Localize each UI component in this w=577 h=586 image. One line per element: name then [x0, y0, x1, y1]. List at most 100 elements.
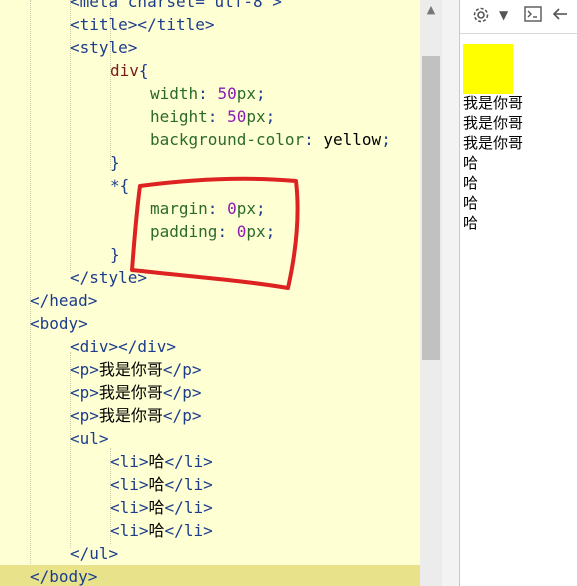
preview-toolbar: ▼ — [460, 0, 577, 34]
code-line[interactable]: <style> — [0, 36, 137, 59]
code-line[interactable]: <li>哈</li> — [0, 519, 213, 542]
code-token: <ul> — [70, 429, 109, 448]
gear-icon[interactable] — [472, 6, 490, 26]
code-token: background-color — [150, 130, 305, 149]
code-line[interactable]: margin: 0px; — [0, 197, 266, 220]
code-line[interactable]: </style> — [0, 266, 147, 289]
code-line[interactable]: <title></title> — [0, 13, 215, 36]
live-preview-pane: ▼ 我是你哥 我是你哥 我是你哥 哈 哈 哈 哈 — [460, 0, 577, 586]
code-token: : — [198, 84, 218, 103]
code-line[interactable]: </head> — [0, 289, 97, 312]
code-token: ; — [265, 222, 276, 241]
code-line[interactable]: <p>我是你哥</p> — [0, 381, 201, 404]
code-token: { — [138, 61, 149, 80]
preview-paragraph: 我是你哥 — [463, 114, 524, 132]
code-token: <body> — [30, 314, 88, 333]
code-token: </body> — [30, 567, 98, 586]
code-token: 50 — [217, 84, 237, 103]
code-line[interactable]: *{ — [0, 174, 129, 197]
code-line[interactable]: height: 50px; — [0, 105, 275, 128]
code-token: px — [246, 107, 266, 126]
code-line[interactable]: <li>哈</li> — [0, 496, 213, 519]
code-token: <div></div> — [70, 337, 176, 356]
code-token: padding — [150, 222, 218, 241]
code-token: </p> — [162, 406, 202, 425]
code-editor[interactable]: <meta charset="utf-8"> <title></title> <st… — [0, 0, 420, 586]
code-token: </li> — [164, 521, 213, 540]
scrollbar-thumb[interactable] — [422, 56, 440, 360]
code-token: : — [207, 199, 228, 218]
code-token: ; — [255, 199, 266, 218]
preview-list-item: 哈 — [463, 174, 479, 192]
code-line[interactable]: <ul> — [0, 427, 109, 450]
code-token: } — [110, 245, 120, 264]
preview-list-item: 哈 — [463, 214, 479, 232]
code-line[interactable]: <li>哈</li> — [0, 473, 213, 496]
code-token: </ul> — [70, 544, 119, 563]
chevron-down-icon[interactable]: ▼ — [499, 5, 508, 25]
arrow-left-icon[interactable] — [552, 6, 568, 26]
code-token: <title></title> — [70, 15, 215, 34]
code-token: px — [246, 222, 266, 241]
code-token: yellow — [323, 130, 382, 149]
code-token: 我是你哥 — [98, 406, 163, 425]
scroll-up-icon[interactable]: ▲ — [420, 0, 442, 20]
code-token: px — [236, 199, 256, 218]
code-line[interactable]: <p>我是你哥</p> — [0, 358, 201, 381]
code-line[interactable]: <p>我是你哥</p> — [0, 404, 201, 427]
code-token: <p> — [70, 383, 99, 402]
code-token: </head> — [30, 291, 98, 310]
code-line[interactable]: padding: 0px; — [0, 220, 275, 243]
code-token: margin — [150, 199, 208, 218]
code-line[interactable]: </ul> — [0, 542, 118, 565]
code-token: <li> — [110, 475, 149, 494]
code-line[interactable]: <meta charset="utf-8"> — [0, 0, 282, 13]
editor-scrollbar[interactable]: ▲ — [420, 0, 442, 586]
code-token: </li> — [164, 475, 213, 494]
code-token: </li> — [164, 498, 213, 517]
code-token: 50 — [227, 107, 247, 126]
code-token: 0 — [236, 222, 247, 241]
code-token: <li> — [110, 521, 149, 540]
code-line[interactable]: width: 50px; — [0, 82, 266, 105]
code-token: px — [236, 84, 256, 103]
code-token: 0 — [227, 199, 237, 218]
code-line[interactable]: } — [0, 151, 120, 174]
code-token: 哈 — [148, 475, 165, 494]
code-token: div — [110, 61, 139, 80]
code-token: 哈 — [148, 521, 165, 540]
code-line[interactable]: background-color: yellow; — [0, 128, 391, 151]
code-token: <li> — [110, 498, 149, 517]
code-token: ; — [381, 130, 391, 149]
preview-list-item: 哈 — [463, 194, 479, 212]
code-token: 哈 — [148, 452, 165, 471]
preview-paragraph: 我是你哥 — [463, 94, 524, 112]
code-token: 我是你哥 — [98, 360, 163, 379]
terminal-icon[interactable] — [524, 6, 542, 26]
code-token: <meta charset="utf-8"> — [70, 0, 282, 11]
code-token: <li> — [110, 452, 149, 471]
code-token: : — [207, 107, 228, 126]
code-token: : — [217, 222, 237, 241]
code-token: width — [150, 84, 199, 103]
code-line[interactable]: <li>哈</li> — [0, 450, 213, 473]
code-line[interactable]: div{ — [0, 59, 149, 82]
preview-div-box — [463, 44, 513, 94]
preview-list-item: 哈 — [463, 154, 479, 172]
code-token: </li> — [164, 452, 213, 471]
code-line[interactable]: <body> — [0, 312, 88, 335]
code-token: <p> — [70, 406, 99, 425]
code-line[interactable]: </body> — [0, 565, 420, 586]
code-token: height — [150, 107, 208, 126]
code-token: </style> — [70, 268, 148, 287]
code-line[interactable]: <div></div> — [0, 335, 176, 358]
code-token: ; — [255, 84, 266, 103]
pane-divider[interactable] — [442, 0, 460, 586]
code-token: ; — [265, 107, 276, 126]
code-token: 哈 — [148, 498, 165, 517]
code-line[interactable]: } — [0, 243, 120, 266]
code-token: </p> — [162, 383, 202, 402]
preview-paragraph: 我是你哥 — [463, 134, 524, 152]
code-token: } — [110, 153, 120, 172]
code-token: 我是你哥 — [98, 383, 163, 402]
